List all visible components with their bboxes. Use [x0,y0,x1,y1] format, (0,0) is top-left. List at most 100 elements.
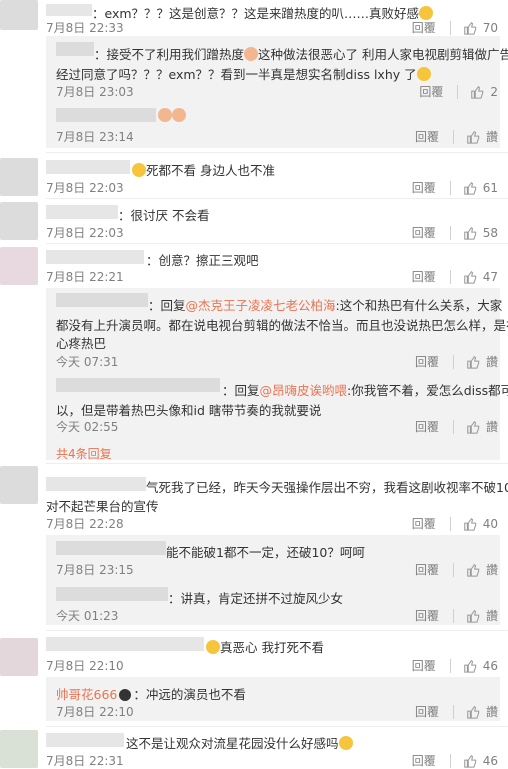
divider [449,753,451,768]
like-button[interactable]: 讚 [466,418,498,435]
reply-button[interactable]: 回覆 [415,128,439,145]
like-button[interactable]: 讚 [466,128,498,145]
comment-text-line: 对不起芒果台的宣传 [46,499,159,514]
avatar[interactable] [0,247,38,285]
avatar[interactable] [0,0,38,30]
divider [452,608,454,623]
like-button[interactable]: 61 [463,181,498,195]
more-replies-link[interactable]: 共4条回复 [56,445,112,462]
like-button[interactable]: 讚 [466,703,498,720]
mention-link[interactable]: @杰克王子凌凌七老公柏海 [186,298,336,313]
avatar[interactable] [0,730,38,768]
username-redacted[interactable] [46,205,118,219]
thumbs-up-icon [463,21,476,35]
like-button[interactable]: 讚 [466,561,498,578]
divider [46,198,508,199]
username-redacted[interactable] [56,378,220,392]
reply-time: 7月8日 22:10 [56,705,134,719]
like-count: 61 [482,180,498,195]
reply-button[interactable]: 回覆 [412,268,436,285]
thumbs-up-icon [463,270,476,284]
username-redacted[interactable] [46,637,204,651]
username-redacted[interactable] [56,587,168,601]
like-button[interactable]: 讚 [466,353,498,370]
reply-button[interactable]: 回覆 [415,418,439,435]
reply-username[interactable]: 帅哥花666 [56,687,117,702]
reply-button[interactable]: 回覆 [412,657,436,674]
comment-text: ：创意？擦正三观吧 [146,253,259,268]
thumbs-up-icon [471,85,484,99]
username-redacted[interactable] [56,108,156,122]
reply-button[interactable]: 回覆 [419,83,443,100]
comment-text-content: 死都不看 身边人也不准 [146,163,275,178]
like-count: 58 [482,225,498,240]
divider [46,463,508,464]
like-button[interactable]: 46 [463,754,498,768]
comment-actions: 回覆 40 [412,515,498,532]
username-redacted[interactable] [46,733,124,747]
avatar[interactable] [0,638,38,676]
comment-actions: 回覆 46 [412,752,498,769]
reply-time: 7月8日 23:14 [56,130,134,144]
like-count: 70 [482,20,498,35]
comment-text-content: ：exm？？？这是创意？？这是来蹭热度的叭……真败好感 [92,6,420,21]
smile-emoji-icon [132,163,146,177]
reply-button[interactable]: 回覆 [412,19,436,36]
avatar[interactable] [0,466,38,504]
divider [449,269,451,284]
comment-time: 7月8日 22:33 [46,21,124,35]
comment-time: 7月8日 22:03 [46,226,124,240]
like-button[interactable]: 2 [470,85,498,99]
hands-emoji-icon [158,108,172,122]
mention-link[interactable]: @昂嗨皮诶哟喂 [260,383,348,398]
comment-time: 7月8日 22:28 [46,517,124,531]
like-button[interactable]: 47 [463,270,498,284]
thumbs-up-icon [467,609,480,623]
avatar[interactable] [0,158,38,196]
reply-text-part: ：冲远的演员也不看 [133,687,246,702]
username-redacted[interactable] [56,42,94,56]
like-label: 讚 [485,609,498,623]
badge-icon [119,689,132,701]
reply-time: 今天 01:23 [56,609,119,623]
reply-text: 帅哥花666 ：冲远的演员也不看 [56,684,246,703]
reply-button[interactable]: 回覆 [412,179,436,196]
reply-button[interactable]: 回覆 [412,515,436,532]
like-button[interactable]: 讚 [466,607,498,624]
reply-button[interactable]: 回覆 [412,752,436,769]
comment-text: 气死我了已经，昨天今天强操作层出不穷，我看这剧收视率不破10都 [146,480,508,495]
comment-actions: 回覆 58 [412,224,498,241]
username-redacted[interactable] [46,477,146,491]
comment-text-content: 真恶心 我打死不看 [220,640,324,655]
salute-emoji-icon [244,47,259,61]
username-redacted[interactable] [46,250,144,264]
thumbs-up-icon [463,754,476,768]
reply-button[interactable]: 回覆 [415,561,439,578]
reply-button[interactable]: 回覆 [415,607,439,624]
reply-button[interactable]: 回覆 [412,224,436,241]
reply-actions: 回覆 讚 [415,561,498,578]
avatar[interactable] [0,202,38,240]
reply-button[interactable]: 回覆 [415,353,439,370]
reply-time: 今天 07:31 [56,355,119,369]
reply-text-part: :这个和热巴有什么关系，大家 [335,298,503,313]
like-button[interactable]: 70 [463,21,498,35]
thumbs-up-icon [467,563,480,577]
reply-button[interactable]: 回覆 [415,703,439,720]
like-count: 46 [482,658,498,673]
like-button[interactable]: 40 [463,517,498,531]
thumbs-up-icon [467,130,480,144]
username-redacted[interactable] [46,4,92,16]
like-button[interactable]: 46 [463,659,498,673]
disgust-emoji-icon [206,640,220,654]
divider [452,419,454,434]
thumbs-up-icon [467,705,480,719]
like-button[interactable]: 58 [463,226,498,240]
username-redacted[interactable] [56,541,166,555]
like-label: 讚 [485,563,498,577]
username-redacted[interactable] [46,160,130,174]
reply-text: ：回复@杰克王子凌凌七老公柏海:这个和热巴有什么关系，大家 [148,295,502,314]
comment-actions: 回覆 46 [412,657,498,674]
username-redacted[interactable] [56,293,148,307]
divider [46,152,508,153]
